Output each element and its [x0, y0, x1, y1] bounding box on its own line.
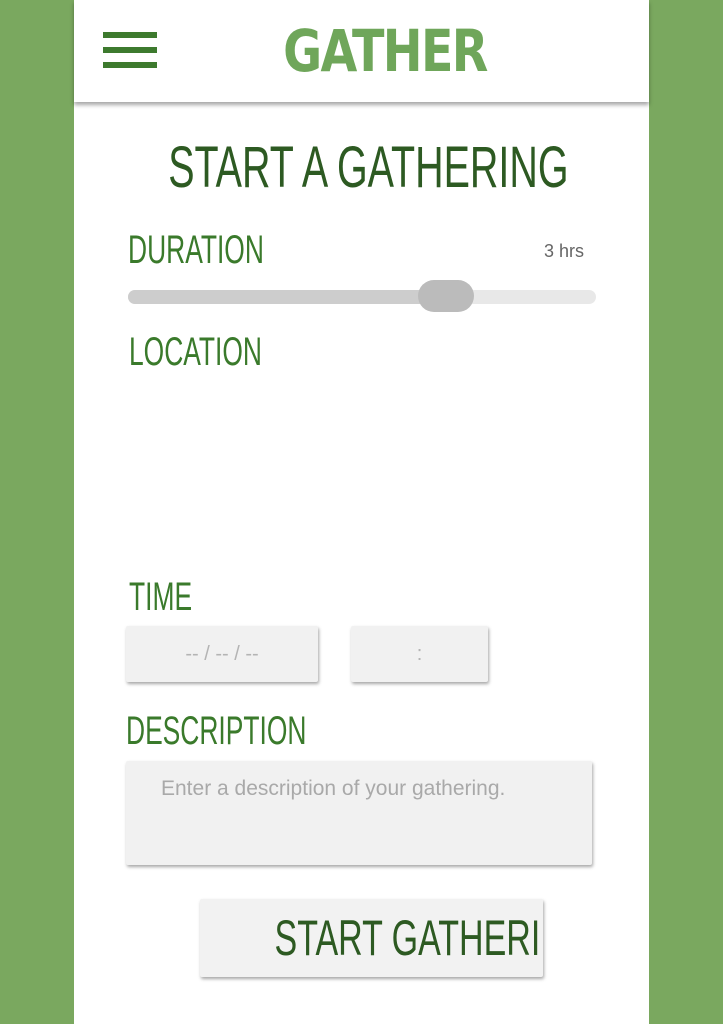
duration-slider-handle[interactable] — [418, 280, 475, 312]
description-label: DESCRIPTION — [126, 709, 307, 753]
menu-line — [103, 47, 157, 53]
start-gathering-label: START GATHERING — [274, 910, 543, 966]
menu-line — [103, 32, 157, 38]
time-label: TIME — [129, 575, 193, 619]
top-bar: GATHER — [74, 0, 649, 102]
duration-slider[interactable] — [128, 280, 596, 312]
duration-label: DURATION — [128, 228, 264, 272]
page-title-text: START A GATHERING — [168, 135, 569, 200]
menu-line — [103, 62, 157, 68]
app-logo: GATHER — [283, 17, 488, 85]
date-input[interactable]: -- / -- / -- — [126, 626, 318, 682]
app-screen: GATHER START A GATHERING DURATION 3 hrs … — [74, 0, 649, 1024]
location-label: LOCATION — [129, 330, 263, 374]
description-placeholder: Enter a description of your gathering. — [161, 777, 506, 800]
description-textarea[interactable]: Enter a description of your gathering. — [126, 761, 592, 865]
duration-value: 3 hrs — [544, 241, 585, 261]
duration-slider-fill — [128, 290, 447, 304]
page-title: START A GATHERING — [74, 134, 649, 200]
hamburger-menu-icon[interactable] — [103, 30, 157, 74]
start-gathering-button[interactable]: START GATHERING — [200, 899, 543, 977]
location-area[interactable] — [128, 385, 596, 565]
time-input[interactable]: : — [351, 626, 488, 682]
